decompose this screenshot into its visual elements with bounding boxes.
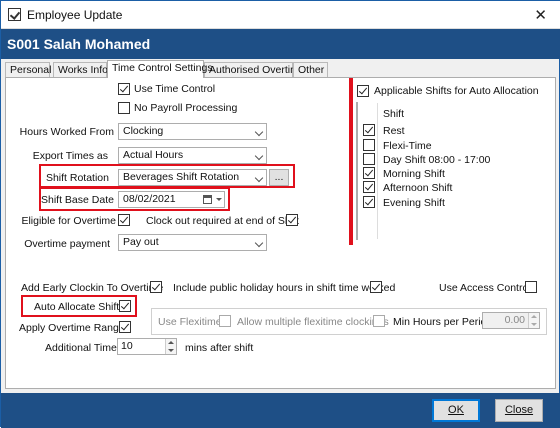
min-hours-spinner-icon[interactable] <box>528 313 539 328</box>
overtime-payment-select[interactable]: Pay out <box>118 234 267 251</box>
shift-day-checkbox[interactable] <box>363 153 375 165</box>
allow-multiple-flexitime-label: Allow multiple flexitime clockings <box>237 316 389 328</box>
shift-rotation-label: Shift Rotation <box>45 172 109 184</box>
export-times-select[interactable]: Actual Hours <box>118 147 267 164</box>
shift-base-date-value: 08/02/2021 <box>123 193 176 205</box>
shift-base-date-label: Shift Base Date <box>41 194 114 206</box>
export-times-value: Actual Hours <box>123 149 184 161</box>
additional-time-value: 10 <box>121 340 133 352</box>
mins-after-shift-label: mins after shift <box>185 342 254 354</box>
shifts-list[interactable] <box>356 102 358 240</box>
include-public-holiday-checkbox[interactable] <box>370 281 382 293</box>
shift-flexi-time-label: Flexi-Time <box>383 140 432 152</box>
overtime-payment-label: Overtime payment <box>24 238 110 250</box>
allow-multiple-flexitime-checkbox[interactable] <box>373 315 385 327</box>
apply-overtime-ranges-checkbox[interactable] <box>119 321 131 333</box>
add-early-clockin-label: Add Early Clockin To Overtime <box>21 282 164 294</box>
min-hours-input[interactable]: 0.00 <box>482 312 540 329</box>
tab-other[interactable]: Other <box>293 62 328 78</box>
use-flexitime-label: Use Flexitime <box>158 316 222 328</box>
tab-personal[interactable]: Personal <box>5 62 51 78</box>
tab-authorised-overtime[interactable]: Authorised Overtime <box>204 62 305 78</box>
overtime-payment-value: Pay out <box>123 236 159 248</box>
tab-time-control-settings[interactable]: Time Control Settings <box>107 60 213 78</box>
list-divider <box>377 103 378 239</box>
window-title: Employee Update <box>27 8 123 22</box>
shift-afternoon-label: Afternoon Shift <box>383 182 453 194</box>
calendar-icon[interactable] <box>203 195 212 204</box>
shift-rotation-select[interactable]: Beverages Shift Rotation <box>118 169 267 186</box>
chevron-down-icon <box>254 173 264 183</box>
close-button[interactable]: Close <box>495 399 543 422</box>
apply-overtime-ranges-label: Apply Overtime Ranges <box>19 322 130 334</box>
shift-day-label: Day Shift 08:00 - 17:00 <box>383 154 491 166</box>
hours-worked-from-label: Hours Worked From <box>19 126 114 138</box>
shift-base-date-picker[interactable]: 08/02/2021 <box>118 191 225 208</box>
shift-morning-checkbox[interactable] <box>363 167 375 179</box>
applicable-shifts-label: Applicable Shifts for Auto Allocation <box>374 85 539 97</box>
no-payroll-checkbox[interactable] <box>118 102 130 114</box>
title-bar: Employee Update ✕ <box>1 1 560 29</box>
shift-rest-checkbox[interactable] <box>363 124 375 136</box>
chevron-down-icon <box>254 238 264 248</box>
auto-allocate-checkbox[interactable] <box>119 300 131 312</box>
date-dropdown-icon[interactable] <box>216 198 222 204</box>
tab-works-info[interactable]: Works Info <box>53 62 108 78</box>
export-times-label: Export Times as <box>32 150 108 162</box>
clock-out-required-checkbox[interactable] <box>286 214 298 226</box>
include-public-holiday-label: Include public holiday hours in shift ti… <box>173 282 396 294</box>
shift-flexi-time-checkbox[interactable] <box>363 139 375 151</box>
min-hours-value: 0.00 <box>504 314 525 326</box>
shift-morning-label: Morning Shift <box>383 168 445 180</box>
use-access-control-checkbox[interactable] <box>525 281 537 293</box>
shift-rotation-browse-button[interactable]: ... <box>269 169 289 186</box>
use-time-control-checkbox[interactable] <box>118 83 130 95</box>
employee-header: S001 Salah Mohamed <box>1 29 560 59</box>
use-time-control-label: Use Time Control <box>134 83 216 95</box>
footer-bar: OK Close <box>1 393 560 428</box>
additional-time-spinner-icon[interactable] <box>165 339 176 354</box>
clock-out-required-label: Clock out required at end of Shift <box>146 215 299 227</box>
ok-button[interactable]: OK <box>432 399 480 422</box>
use-flexitime-checkbox[interactable] <box>219 315 231 327</box>
employee-update-window: Employee Update ✕ S001 Salah Mohamed Per… <box>0 0 560 428</box>
applicable-shifts-highlight <box>349 78 353 245</box>
shift-column-header: Shift <box>383 108 405 120</box>
shift-rotation-value: Beverages Shift Rotation <box>123 171 240 183</box>
chevron-down-icon <box>254 151 264 161</box>
applicable-shifts-checkbox[interactable] <box>357 85 369 97</box>
add-early-clockin-checkbox[interactable] <box>150 281 162 293</box>
shift-evening-checkbox[interactable] <box>363 196 375 208</box>
no-payroll-label: No Payroll Processing <box>134 102 238 114</box>
employee-name: S001 Salah Mohamed <box>7 36 151 52</box>
shift-evening-label: Evening Shift <box>383 197 445 209</box>
use-access-control-label: Use Access Control <box>439 282 531 294</box>
hours-worked-from-value: Clocking <box>123 125 164 137</box>
additional-time-label: Additional Time <box>45 342 117 354</box>
ok-button-label: OK <box>448 404 464 416</box>
min-hours-label: Min Hours per Period <box>393 316 493 328</box>
additional-time-input[interactable]: 10 <box>117 338 177 355</box>
chevron-down-icon <box>254 127 264 137</box>
auto-allocate-label: Auto Allocate Shifts <box>34 301 125 313</box>
close-window-icon[interactable]: ✕ <box>534 6 547 24</box>
shift-rest-label: Rest <box>383 125 405 137</box>
close-button-label: Close <box>504 404 534 416</box>
eligible-overtime-label: Eligible for Overtime <box>21 215 116 227</box>
app-check-icon <box>8 8 21 21</box>
hours-worked-from-select[interactable]: Clocking <box>118 123 267 140</box>
shift-afternoon-checkbox[interactable] <box>363 181 375 193</box>
eligible-overtime-checkbox[interactable] <box>118 214 130 226</box>
